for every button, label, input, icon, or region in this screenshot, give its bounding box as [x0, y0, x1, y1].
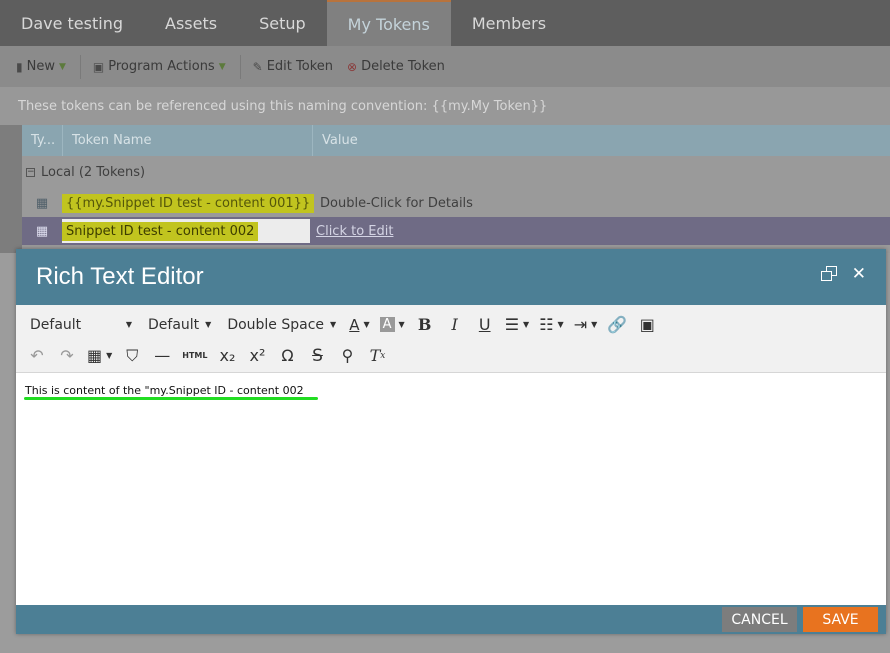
underline-icon[interactable]: U [470, 312, 500, 338]
annotation-underline [24, 397, 318, 400]
cancel-button[interactable]: CANCEL [722, 607, 797, 632]
redo-icon[interactable]: ↷ [52, 343, 82, 369]
grid-body: − Local (2 Tokens) ▦ {{my.Snippet ID tes… [22, 156, 890, 253]
image-icon[interactable]: ▣ [632, 312, 662, 338]
collapse-icon[interactable]: − [26, 168, 35, 177]
bullet-list-icon: ☷ [539, 315, 554, 334]
font-size-select[interactable]: Default ▼ [140, 317, 219, 333]
link-icon[interactable]: 🔗 [602, 312, 632, 338]
close-icon[interactable]: ✕ [852, 266, 866, 283]
token-name: {{my.Snippet ID test - content 001}} [62, 193, 315, 213]
omega-icon[interactable]: Ω [273, 343, 303, 369]
table-row[interactable]: ▦ Snippet ID test - content 002 Click to… [22, 217, 890, 245]
toolbar-divider [79, 54, 81, 79]
column-value[interactable]: Value [313, 125, 358, 156]
edit-token-button[interactable]: ✎ Edit Token [253, 59, 347, 74]
line-spacing-value: Double Space [227, 316, 325, 333]
background-color-icon: A [379, 317, 395, 332]
chevron-down-icon: ▼ [125, 320, 132, 329]
font-size-value: Default [148, 316, 200, 333]
subscript-icon[interactable]: x₂ [213, 343, 243, 369]
delete-token-label: Delete Token [361, 59, 445, 74]
background-color-button[interactable]: A ▼ [375, 312, 410, 338]
restore-icon[interactable] [820, 266, 838, 283]
toolbar-divider [239, 54, 241, 79]
table-row[interactable]: ▦ {{my.Snippet ID test - content 001}} D… [22, 189, 890, 217]
table-button[interactable]: ▦ ▼ [82, 343, 117, 369]
group-label: Local (2 Tokens) [41, 165, 146, 180]
program-actions-icon: ▣ [92, 59, 105, 74]
new-button[interactable]: ▮ New ▼ [16, 59, 80, 74]
delete-token-icon: ⊗ [347, 59, 358, 74]
top-tabs: Dave testing Assets Setup My Tokens Memb… [0, 0, 890, 46]
editor-toolbar: Default ▼ Default ▼ Double Space ▼ A ▼ A ▼… [16, 305, 886, 373]
tab-my-tokens[interactable]: My Tokens [326, 0, 451, 46]
tab-members[interactable]: Members [451, 0, 567, 46]
tab-dave-testing[interactable]: Dave testing [0, 0, 144, 46]
horizontal-rule-icon[interactable]: — [147, 343, 177, 369]
grid-header: Ty... Token Name Value [22, 125, 890, 156]
line-spacing-select[interactable]: Double Space ▼ [219, 317, 344, 333]
new-label: New [26, 59, 55, 74]
text-color-icon: A [349, 315, 360, 334]
tokens-grid: Ty... Token Name Value − Local (2 Tokens… [0, 125, 890, 253]
tab-assets[interactable]: Assets [144, 0, 238, 46]
dialog-title: Rich Text Editor [36, 263, 204, 290]
rich-text-token-icon: ▦ [35, 195, 49, 211]
html-source-button[interactable]: HTML [177, 343, 212, 369]
token-value: Double-Click for Details [320, 195, 473, 211]
chevron-down-icon: ▼ [330, 320, 337, 329]
italic-icon[interactable]: I [440, 312, 470, 338]
text-color-button[interactable]: A ▼ [344, 312, 374, 338]
rich-text-editor-dialog: Rich Text Editor ✕ Default ▼ Default ▼ D… [16, 249, 886, 634]
strikethrough-icon[interactable]: S [303, 343, 333, 369]
indent-button[interactable]: ⇥ ▼ [569, 312, 603, 338]
tab-setup[interactable]: Setup [238, 0, 327, 46]
dialog-header: Rich Text Editor ✕ [16, 249, 886, 305]
bookmark-icon[interactable]: ⛉ [117, 343, 147, 369]
naming-convention-info: These tokens can be referenced using thi… [0, 87, 890, 125]
dialog-footer: CANCEL SAVE [16, 605, 886, 634]
grid-gutter [0, 125, 22, 253]
tokens-toolbar: ▮ New ▼ ▣ Program Actions ▼ ✎ Edit Token… [0, 46, 890, 87]
chevron-down-icon: ▼ [58, 61, 66, 72]
delete-token-button[interactable]: ⊗ Delete Token [347, 59, 459, 74]
edit-token-label: Edit Token [266, 59, 333, 74]
font-family-value: Default [30, 316, 82, 333]
bold-icon[interactable]: B [410, 312, 440, 338]
column-token-name[interactable]: Token Name [63, 125, 313, 156]
program-actions-button[interactable]: ▣ Program Actions ▼ [93, 59, 240, 74]
chevron-down-icon: ▼ [205, 320, 212, 329]
edit-token-icon: ✎ [252, 59, 263, 74]
font-family-select[interactable]: Default ▼ [22, 317, 140, 333]
superscript-icon[interactable]: x² [243, 343, 273, 369]
align-left-icon: ☰ [504, 315, 520, 334]
column-type[interactable]: Ty... [22, 125, 63, 156]
indent-icon: ⇥ [573, 315, 588, 334]
table-icon: ▦ [87, 346, 103, 365]
find-icon[interactable]: ⚲ [333, 343, 363, 369]
program-actions-label: Program Actions [108, 59, 215, 74]
click-to-edit-link[interactable]: Click to Edit [316, 224, 393, 239]
group-local[interactable]: − Local (2 Tokens) [22, 156, 890, 189]
clear-format-icon[interactable]: Tx [363, 343, 393, 369]
token-name: Snippet ID test - content 002 [62, 221, 259, 241]
rich-text-token-icon: ▦ [35, 223, 49, 239]
chevron-down-icon: ▼ [218, 61, 226, 72]
editor-content-area[interactable]: This is content of the "my.Snippet ID - … [16, 373, 886, 608]
new-icon: ▮ [16, 59, 23, 74]
list-button[interactable]: ☷ ▼ [534, 312, 569, 338]
undo-icon[interactable]: ↶ [22, 343, 52, 369]
align-button[interactable]: ☰ ▼ [500, 312, 535, 338]
save-button[interactable]: SAVE [803, 607, 878, 632]
editor-text: This is content of the "my.Snippet ID - … [25, 384, 304, 397]
token-name-editor[interactable]: Snippet ID test - content 002 [62, 219, 310, 243]
